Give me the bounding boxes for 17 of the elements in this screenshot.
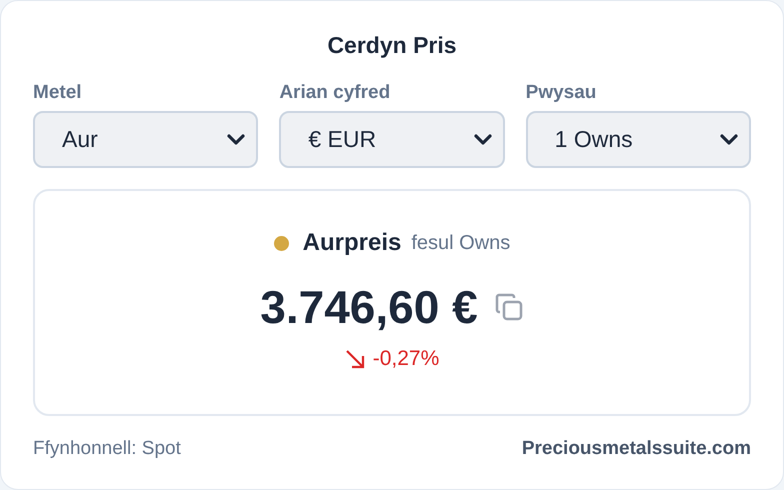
change-percent: -0,27%: [372, 347, 440, 371]
chevron-icon: [472, 132, 493, 146]
card-title: Cerdyn Pris: [326, 31, 458, 60]
source-text: Ffynhonnell: Spot: [33, 438, 181, 460]
price-value: 3.746,60 €: [260, 280, 478, 335]
copy-icon[interactable]: [494, 292, 524, 322]
dropdown-select[interactable]: € EUR: [279, 111, 505, 168]
field-label: Metel: [33, 81, 83, 105]
dropdown-select[interactable]: 1 Owns: [526, 111, 751, 168]
dropdown-select[interactable]: Aur: [33, 111, 258, 168]
field-label: Pwysau: [526, 81, 598, 105]
site-link[interactable]: Preciousmetalssuite.com: [522, 438, 751, 460]
chevron-icon: [226, 132, 246, 146]
field-label: Arian cyfred: [279, 81, 392, 105]
metal-price-label: Aurpreis: [302, 229, 402, 257]
unit-label: fesul Owns: [411, 232, 510, 254]
chevron-icon: [718, 132, 739, 146]
